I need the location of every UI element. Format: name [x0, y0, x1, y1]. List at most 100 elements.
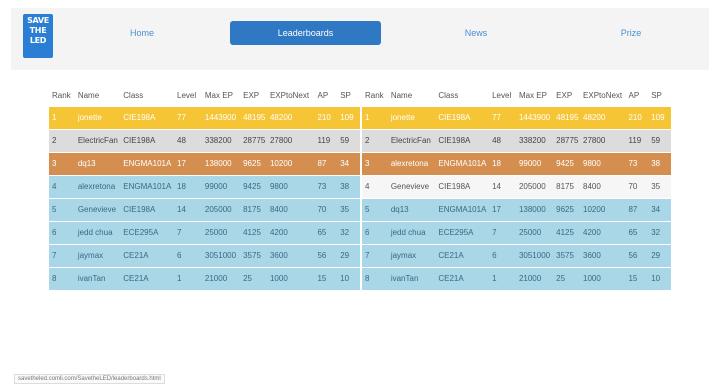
- table-cell: 4: [49, 174, 75, 198]
- table-cell: 48200: [580, 105, 626, 129]
- table-cell: 10: [648, 266, 671, 290]
- table-cell: 138000: [515, 197, 554, 221]
- table-cell: 8: [49, 266, 75, 290]
- table-cell: 138000: [201, 151, 241, 175]
- table-cell: 1: [489, 266, 516, 290]
- table-cell: 6: [174, 243, 202, 267]
- table-cell: jaymax: [387, 243, 436, 267]
- table-cell: 119: [314, 128, 338, 152]
- table-cell: 35: [648, 174, 671, 198]
- table-left-body: 1 jonette CIE198A 77 1443900 48195 48200 210 109…: [49, 105, 360, 290]
- table-cell: 5: [49, 197, 75, 221]
- table-cell: 99000: [515, 151, 554, 175]
- table-cell: 9425: [240, 174, 267, 198]
- table-cell: ECE295A: [120, 220, 174, 244]
- table-right-body: 1 jonette CIE198A 77 1443900 48195 48200 210 109…: [362, 105, 671, 290]
- nav-home[interactable]: Home: [111, 21, 173, 45]
- table-cell: 7: [174, 220, 202, 244]
- table-cell: CE21A: [120, 266, 174, 290]
- table-cell: dq13: [74, 151, 121, 175]
- table-cell: ivanTan: [74, 266, 121, 290]
- table-cell: 4200: [266, 220, 315, 244]
- table-row: 8 ivanTan CE21A 1 21000 25 1000 15 10: [49, 266, 360, 290]
- table-cell: 109: [648, 105, 671, 129]
- table-cell: 8400: [580, 174, 626, 198]
- table-row: 2 ElectricFan CIE198A 48 338200 28775 27800 119…: [49, 128, 360, 152]
- table-cell: 210: [625, 105, 649, 129]
- column-header: AP: [314, 86, 338, 106]
- top-navbar: SAVE THE LED Home Leaderboards News Priz…: [11, 8, 709, 70]
- table-cell: CIE198A: [435, 174, 490, 198]
- table-cell: 14: [489, 174, 516, 198]
- column-header: Class: [120, 86, 174, 106]
- table-cell: 5: [362, 197, 388, 221]
- logo-line-3: LED: [29, 36, 47, 45]
- table-cell: 21000: [515, 266, 554, 290]
- table-cell: 38: [337, 174, 360, 198]
- table-row: 6 jedd chua ECE295A 7 25000 4125 4200 65 32: [362, 220, 671, 244]
- table-cell: ECE295A: [435, 220, 490, 244]
- table-cell: Genevieve: [387, 174, 436, 198]
- table-cell: 9800: [266, 174, 315, 198]
- table-cell: ElectricFan: [74, 128, 121, 152]
- column-header: Rank: [49, 86, 75, 106]
- table-cell: 25000: [201, 220, 241, 244]
- table-cell: 7: [49, 243, 75, 267]
- table-cell: 8175: [553, 174, 581, 198]
- nav-leaderboards[interactable]: Leaderboards: [230, 21, 381, 45]
- table-cell: 27800: [266, 128, 315, 152]
- column-header: Rank: [362, 86, 388, 106]
- table-cell: 87: [314, 151, 338, 175]
- nav-news[interactable]: News: [446, 21, 506, 45]
- table-row: 7 jaymax CE21A 6 3051000 3575 3600 56 29: [362, 243, 671, 267]
- table-row: 1 jonette CIE198A 77 1443900 48195 48200 210 109: [362, 105, 671, 129]
- table-cell: 119: [625, 128, 649, 152]
- leaderboard-table-right: Rank Name Class Level Max EP EXP EXPtoNext AP SP…: [362, 86, 671, 290]
- nav-prize[interactable]: Prize: [601, 21, 661, 45]
- table-cell: ENGMA101A: [435, 151, 490, 175]
- table-cell: 1: [362, 105, 388, 129]
- table-cell: ENGMA101A: [435, 197, 490, 221]
- table-cell: 205000: [201, 197, 241, 221]
- column-header: Level: [174, 86, 202, 106]
- table-cell: CE21A: [120, 243, 174, 267]
- table-cell: 3575: [553, 243, 581, 267]
- table-cell: 27800: [580, 128, 626, 152]
- table-cell: 1443900: [201, 105, 241, 129]
- table-cell: CIE198A: [120, 105, 174, 129]
- table-cell: 38: [648, 151, 671, 175]
- table-cell: CE21A: [435, 243, 490, 267]
- table-cell: 18: [489, 151, 516, 175]
- table-row: 4 Genevieve CIE198A 14 205000 8175 8400 70 35: [362, 174, 671, 198]
- table-cell: 25: [553, 266, 581, 290]
- table-cell: 34: [648, 197, 671, 221]
- logo-line-2: THE: [29, 26, 47, 35]
- table-cell: 32: [337, 220, 360, 244]
- table-cell: 6: [49, 220, 75, 244]
- table-cell: CE21A: [435, 266, 490, 290]
- table-cell: 4125: [240, 220, 267, 244]
- table-cell: 6: [362, 220, 388, 244]
- table-row: 5 Genevieve CIE198A 14 205000 8175 8400 70 35: [49, 197, 360, 221]
- table-cell: 8: [362, 266, 388, 290]
- table-cell: 73: [625, 151, 649, 175]
- table-cell: CIE198A: [435, 105, 490, 129]
- table-cell: 1: [49, 105, 75, 129]
- table-cell: 6: [489, 243, 516, 267]
- table-row: 2 ElectricFan CIE198A 48 338200 28775 27800 119…: [362, 128, 671, 152]
- table-cell: 4125: [553, 220, 581, 244]
- column-header: EXPtoNext: [580, 86, 626, 106]
- table-cell: 48200: [266, 105, 315, 129]
- table-cell: 10200: [580, 197, 626, 221]
- table-cell: 3: [362, 151, 388, 175]
- table-cell: 2: [362, 128, 388, 152]
- table-cell: alexretona: [387, 151, 436, 175]
- table-cell: 10: [337, 266, 360, 290]
- table-cell: Genevieve: [74, 197, 121, 221]
- table-cell: 3: [49, 151, 75, 175]
- table-cell: 59: [337, 128, 360, 152]
- table-cell: dq13: [387, 197, 436, 221]
- column-header: Name: [387, 86, 436, 106]
- column-header: EXPtoNext: [266, 86, 315, 106]
- save-the-led-logo[interactable]: SAVE THE LED: [23, 14, 53, 58]
